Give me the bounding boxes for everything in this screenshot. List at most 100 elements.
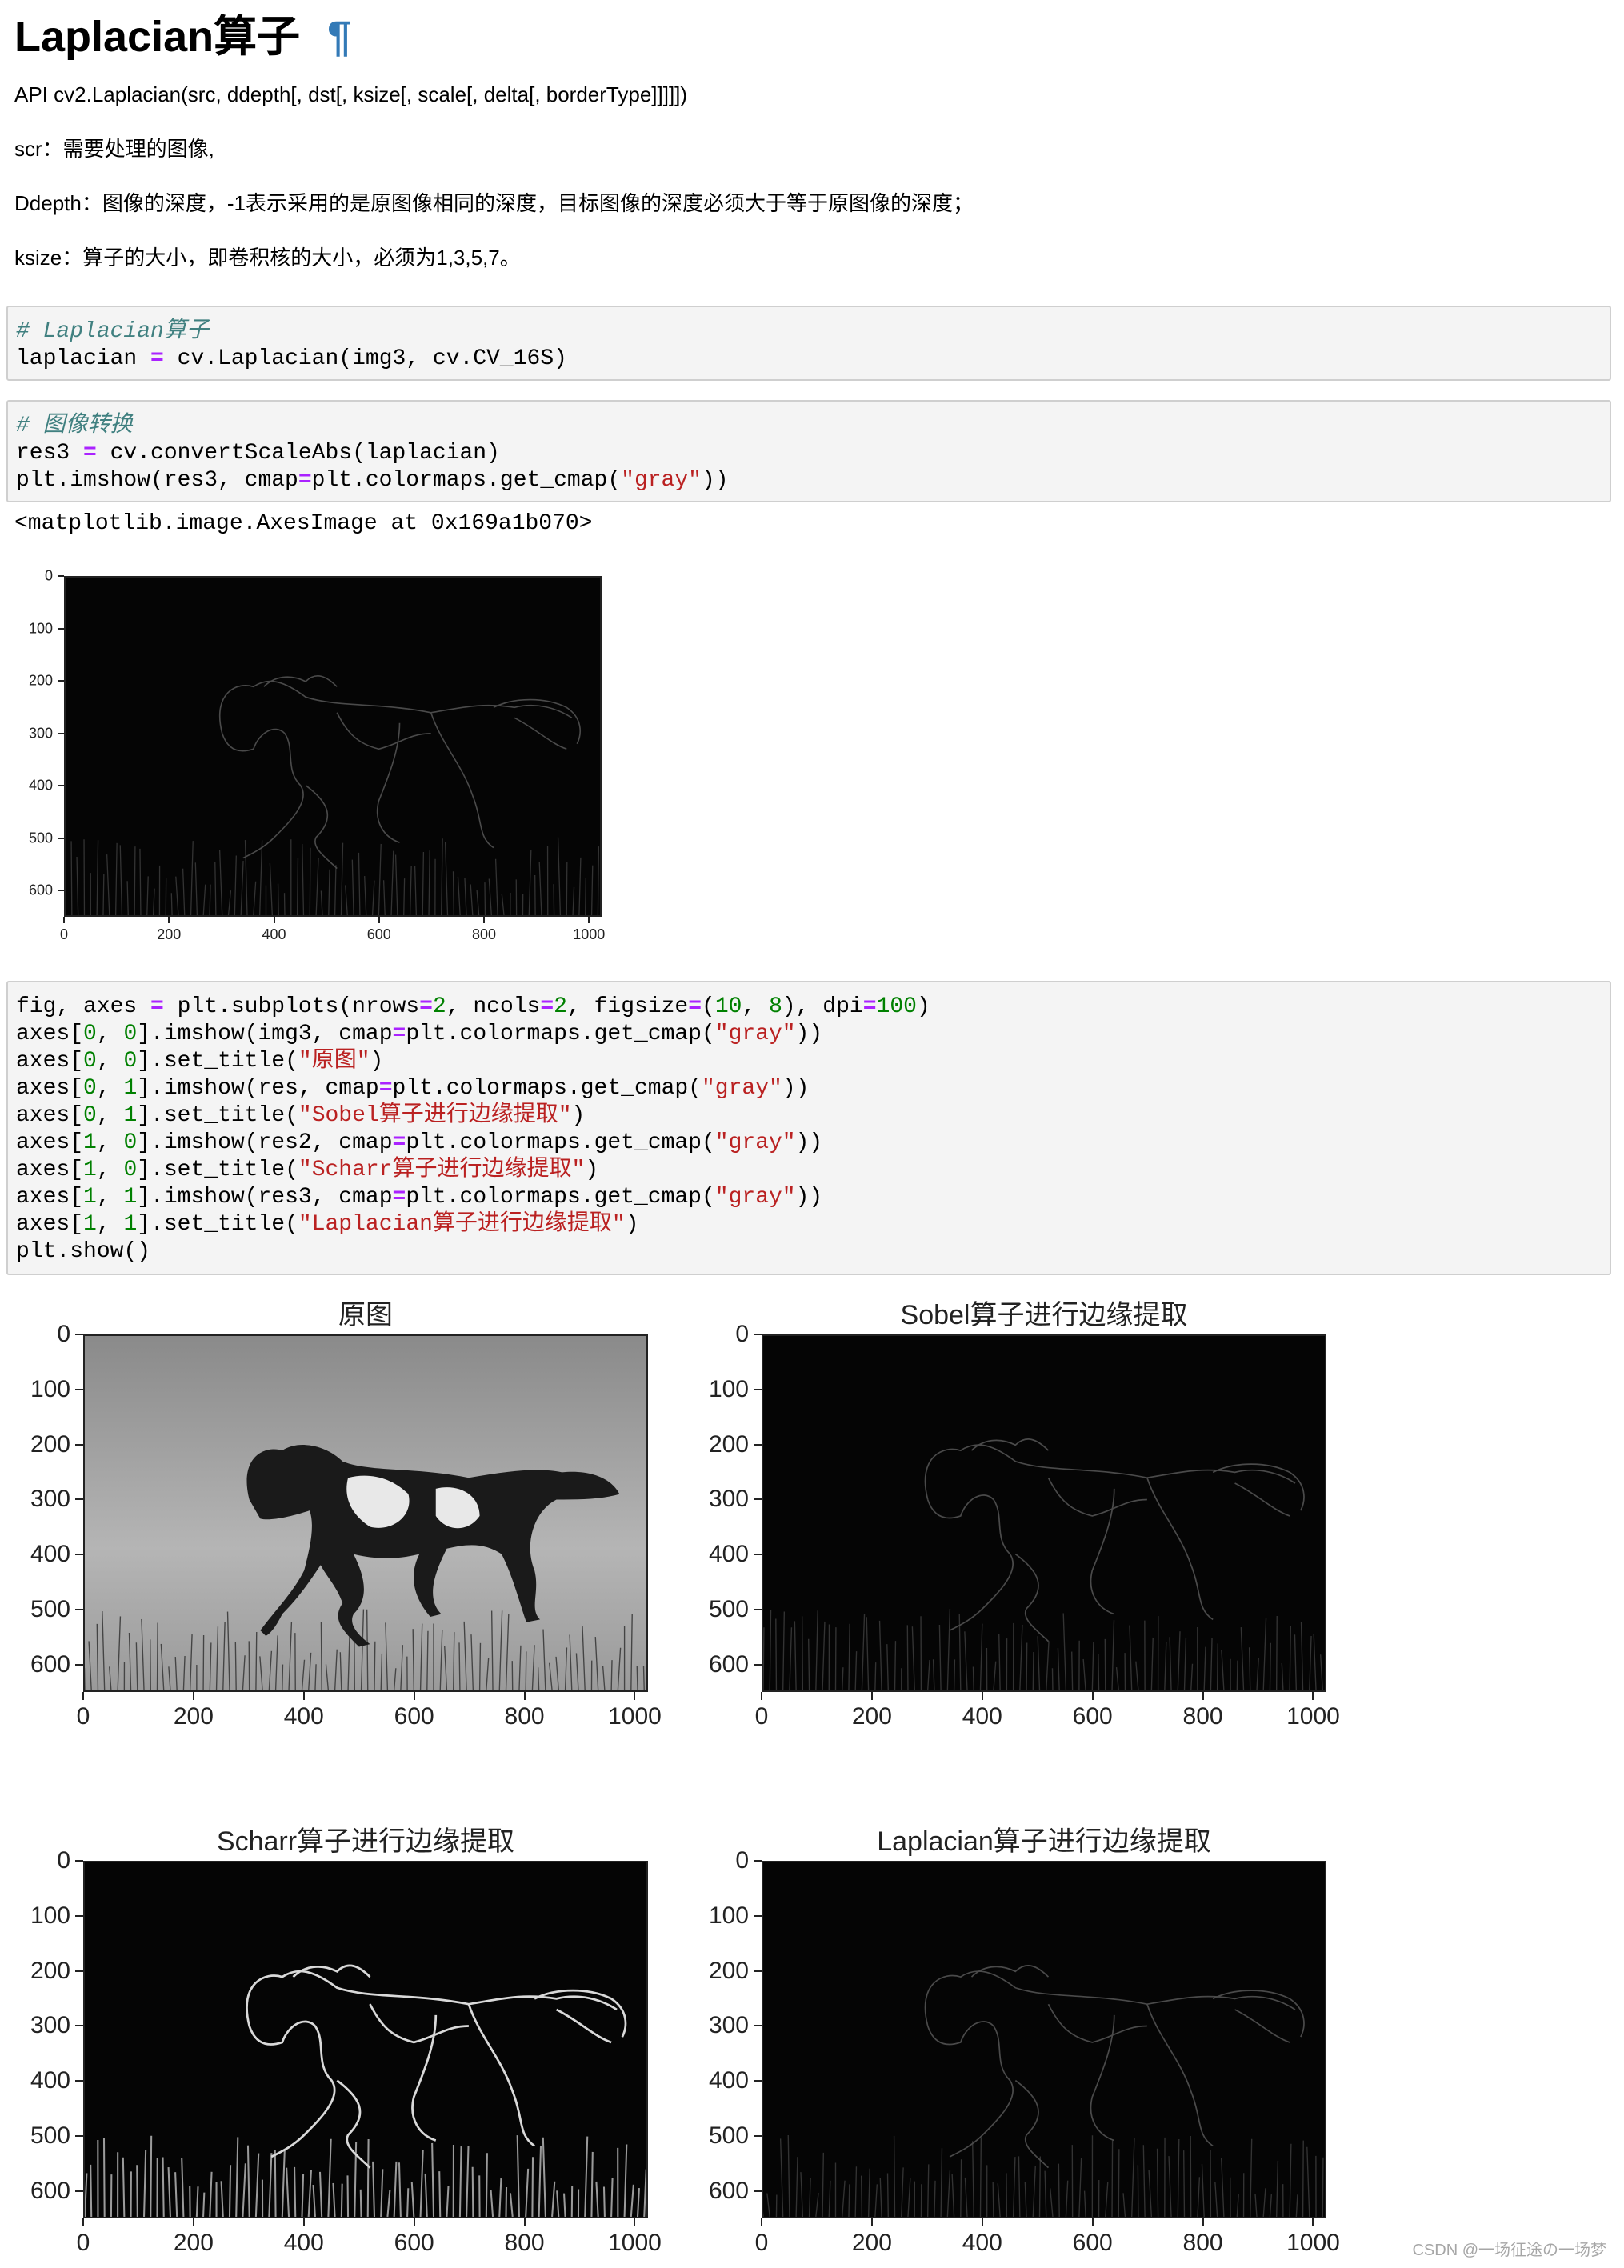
code-token: =: [419, 994, 433, 1019]
y-tick: [75, 2190, 83, 2192]
code-token: 1: [83, 1185, 97, 1210]
x-tick: [588, 917, 590, 923]
y-tick: [754, 2025, 762, 2027]
y-tick-label: 600: [28, 882, 53, 898]
x-tick: [981, 2218, 983, 2226]
code-cell-subplots[interactable]: fig, axes = plt.subplots(nrows=2, ncols=…: [6, 981, 1611, 1275]
subplot-sobel: Sobel算子进行边缘提取 0 200 400 600 800 1000 0 100 200 300…: [688, 1280, 1376, 1730]
y-tick-label: 100: [30, 1375, 70, 1402]
y-tick: [754, 1914, 762, 1917]
cell-output-text: <matplotlib.image.AxesImage at 0x169a1b0…: [14, 511, 593, 536]
y-tick-label: 500: [708, 2122, 749, 2149]
x-tick-label: 600: [366, 926, 391, 942]
code-cell-convert[interactable]: # 图像转换 res3 = cv.convertScaleAbs(laplaci…: [6, 400, 1611, 502]
x-tick: [192, 1692, 194, 1700]
x-tick-label: 0: [754, 2230, 769, 2256]
y-tick-label: 600: [30, 2177, 70, 2204]
y-tick: [754, 2080, 762, 2082]
y-tick-label: 500: [30, 1595, 70, 1622]
y-tick: [754, 1970, 762, 1972]
code-token: =: [392, 1185, 406, 1210]
param-ddepth-text: Ddepth：图像的深度，-1表示采用的是原图像相同的深度，目标图像的深度必须大…: [14, 191, 974, 215]
code-token: ,: [96, 1049, 124, 1074]
y-tick-label: 100: [28, 620, 53, 637]
x-tick: [981, 1692, 983, 1700]
code-token: ].set_title(: [137, 1103, 298, 1128]
y-tick: [754, 1663, 762, 1666]
x-tick-label: 600: [1072, 1703, 1113, 1730]
code-token: 100: [876, 994, 917, 1019]
y-tick-label: 600: [30, 1650, 70, 1678]
code-token: 1: [123, 1212, 138, 1237]
code-token: 10: [714, 994, 742, 1019]
y-tick: [754, 1334, 762, 1335]
api-signature-text: API cv2.Laplacian(src, ddepth[, dst[, ks…: [14, 82, 688, 106]
x-tick-label: 1000: [608, 1703, 662, 1730]
page-title: Laplacian算子 ¶: [14, 8, 351, 66]
code-token: "gray": [714, 1022, 796, 1046]
code-token: ,: [96, 1022, 124, 1046]
anchor-link-pilcrow-icon[interactable]: ¶: [327, 13, 351, 61]
y-tick-label: 200: [30, 1957, 70, 1984]
subplot-scharr: Scharr算子进行边缘提取 0 200 400 600 800 1000 0 100 200 30…: [0, 1806, 688, 2256]
x-tick-label: 400: [262, 926, 286, 942]
x-tick-label: 1000: [608, 2230, 662, 2256]
code-token: plt.subplots(nrows: [163, 994, 420, 1019]
param-src-text: scr：需要处理的图像,: [14, 137, 214, 161]
code-token: ,: [96, 1158, 124, 1182]
y-tick-label: 200: [28, 672, 53, 689]
code-token: axes[: [16, 1212, 84, 1237]
x-tick: [1091, 1692, 1094, 1700]
y-tick-label: 300: [28, 725, 53, 742]
x-tick: [523, 2218, 526, 2226]
y-tick-label: 0: [57, 1321, 70, 1347]
x-tick-label: 0: [76, 2230, 90, 2256]
subplot-title: Scharr算子进行边缘提取: [216, 1826, 515, 1857]
code-block: # 图像转换 res3 = cv.convertScaleAbs(laplaci…: [16, 414, 729, 493]
x-tick-label: 0: [59, 926, 69, 942]
code-token: 1: [123, 1185, 138, 1210]
y-tick: [58, 627, 64, 630]
image-area: [762, 1334, 1326, 1692]
code-token: ].imshow(res2, cmap: [137, 1130, 393, 1155]
code-token: ): [571, 1103, 586, 1128]
y-tick-label: 300: [708, 1486, 749, 1513]
y-tick-label: 400: [28, 777, 53, 794]
code-token: ,: [96, 1103, 124, 1128]
y-tick: [58, 785, 64, 787]
y-tick: [75, 1970, 83, 1972]
y-tick-label: 400: [708, 2067, 749, 2094]
code-token: , figsize: [566, 994, 689, 1019]
y-tick: [754, 1608, 762, 1610]
y-tick-label: 0: [57, 1847, 70, 1874]
subplot-original: 原图 0 200 400 600 800 1000 0 100 200 300 400 500 600: [0, 1280, 688, 1730]
code-token: 0: [83, 1103, 97, 1128]
x-tick-label: 800: [504, 1703, 545, 1730]
code-token: )): [782, 1076, 810, 1101]
y-tick: [75, 1443, 83, 1446]
y-tick-label: 300: [30, 2012, 70, 2039]
code-token: "原图": [298, 1049, 370, 1074]
x-tick: [1091, 2218, 1094, 2226]
x-tick-label: 800: [471, 926, 497, 942]
code-token: plt.show(): [16, 1239, 151, 1264]
x-tick: [870, 2218, 873, 2226]
code-token: ,: [96, 1130, 124, 1155]
code-token: )): [795, 1185, 823, 1210]
code-token: ), dpi: [782, 994, 863, 1019]
code-token: "gray": [714, 1130, 796, 1155]
code-token: 1: [83, 1130, 97, 1155]
code-cell-laplacian[interactable]: # Laplacian算子 laplacian = cv.Laplacian(i…: [6, 306, 1611, 381]
x-tick-label: 0: [754, 1703, 769, 1730]
code-token: =: [862, 994, 877, 1019]
subplot-title: Sobel算子进行边缘提取: [900, 1300, 1188, 1330]
y-tick: [75, 1334, 83, 1335]
y-tick-label: 400: [708, 1541, 749, 1568]
x-tick: [413, 2218, 415, 2226]
y-tick-label: 500: [708, 1595, 749, 1622]
x-tick-label: 400: [962, 2230, 1002, 2256]
x-tick-label: 600: [394, 2230, 434, 2256]
y-tick-label: 500: [28, 830, 53, 846]
code-token: ].imshow(img3, cmap: [137, 1022, 393, 1046]
code-block: # Laplacian算子 laplacian = cv.Laplacian(i…: [16, 319, 567, 371]
